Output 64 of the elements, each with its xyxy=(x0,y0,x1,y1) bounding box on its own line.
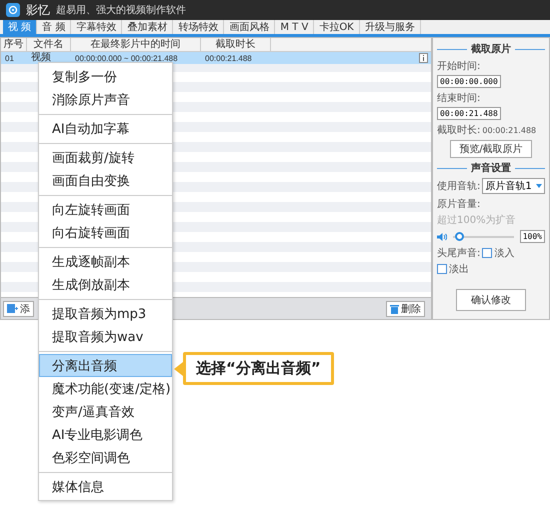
volume-field[interactable]: 100% xyxy=(520,230,545,243)
menu-item[interactable]: 分离出音频 xyxy=(39,354,172,377)
table-row[interactable]: 01 视频 00:00:00.000 ~ 00:00:21.488 00:00:21.488 xyxy=(1,52,431,64)
tab[interactable]: 叠加素材 xyxy=(122,20,174,34)
field-label: 结束时间: xyxy=(437,92,480,105)
menu-item[interactable]: 复制多一份 xyxy=(39,65,172,88)
checkbox[interactable] xyxy=(437,264,447,274)
tab[interactable]: 卡拉OK xyxy=(314,20,360,34)
table-cell-text: 视频 xyxy=(30,52,52,64)
menu-item[interactable]: 画面裁剪/旋转 xyxy=(39,146,172,169)
tab[interactable]: 画面风格 xyxy=(224,20,276,34)
duration-value: 00:00:21.488 xyxy=(482,126,536,134)
input-field[interactable]: 00:00:00.000 xyxy=(437,75,501,88)
table-cell-text: 00:00:00.000 ~ 00:00:21.488 xyxy=(74,54,178,62)
preview-button[interactable]: 预览/截取原片 xyxy=(450,140,532,158)
menu-item[interactable]: 提取音频为wav xyxy=(39,325,172,348)
menu-item[interactable]: 色彩空间调色 xyxy=(39,446,172,469)
menu-item[interactable]: 提取音频为mp3 xyxy=(39,302,172,325)
slider-thumb[interactable] xyxy=(455,232,464,240)
film-add-icon xyxy=(7,304,18,313)
app-name: 影忆 xyxy=(26,2,50,18)
tab[interactable]: M T V xyxy=(275,20,314,34)
field-label: 截取时长: xyxy=(437,124,480,137)
menu-item[interactable]: 媒体信息 xyxy=(39,475,172,498)
speaker-icon[interactable] xyxy=(437,232,447,240)
checkbox[interactable] xyxy=(482,248,492,258)
section-title: 声音设置 xyxy=(471,161,511,175)
field-label: 原片音量: xyxy=(437,198,480,211)
tab[interactable]: 音 频 xyxy=(37,20,72,34)
menu-item[interactable]: 向右旋转画面 xyxy=(39,221,172,244)
tab[interactable]: 转场特效 xyxy=(173,20,224,34)
table-cell-text: 00:00:21.488 xyxy=(204,54,252,62)
tab[interactable]: 视 频 xyxy=(3,20,38,34)
volume-hint: 超过100%为扩音 xyxy=(437,214,516,227)
trash-icon xyxy=(390,304,399,314)
confirm-button[interactable]: 确认修改 xyxy=(456,289,526,311)
tab[interactable]: 升级与服务 xyxy=(360,20,421,34)
field-label: 使用音轨: xyxy=(437,180,480,193)
track-dropdown[interactable]: 原片音轨1 xyxy=(482,178,545,194)
add-button[interactable]: 添 xyxy=(3,300,34,316)
menu-item[interactable]: 画面自由变换 xyxy=(39,169,172,192)
tab[interactable]: 字幕特效 xyxy=(71,20,122,34)
menu-item[interactable]: AI自动加字幕 xyxy=(39,117,172,140)
app-logo-icon xyxy=(6,3,20,17)
table-cell-text: 01 xyxy=(4,54,14,62)
info-icon[interactable] xyxy=(419,53,428,63)
menu-item[interactable]: AI专业电影调色 xyxy=(39,423,172,446)
delete-button[interactable]: 删除 xyxy=(386,300,425,316)
callout-pointer-icon xyxy=(174,362,183,376)
callout-label: 选择“分离出音频” xyxy=(183,352,334,385)
menu-item[interactable]: 变声/逼真音效 xyxy=(39,400,172,423)
menu-item[interactable]: 向左旋转画面 xyxy=(39,198,172,221)
menu-item[interactable]: 生成倒放副本 xyxy=(39,273,172,296)
menu-item[interactable]: 消除原片声音 xyxy=(39,88,172,111)
menu-item[interactable]: 魔术功能(变速/定格) xyxy=(39,377,172,400)
section-title: 截取原片 xyxy=(471,42,511,56)
field-label: 头尾声音: xyxy=(437,246,480,260)
app-subtitle: 超易用、强大的视频制作软件 xyxy=(56,4,186,17)
menu-item[interactable]: 生成逐帧副本 xyxy=(39,250,172,273)
checkbox-label: 淡入 xyxy=(494,246,514,260)
input-field[interactable]: 00:00:21.488 xyxy=(437,107,501,120)
field-label: 开始时间: xyxy=(437,60,480,73)
checkbox-label: 淡出 xyxy=(449,262,469,276)
caret-icon xyxy=(536,184,542,188)
